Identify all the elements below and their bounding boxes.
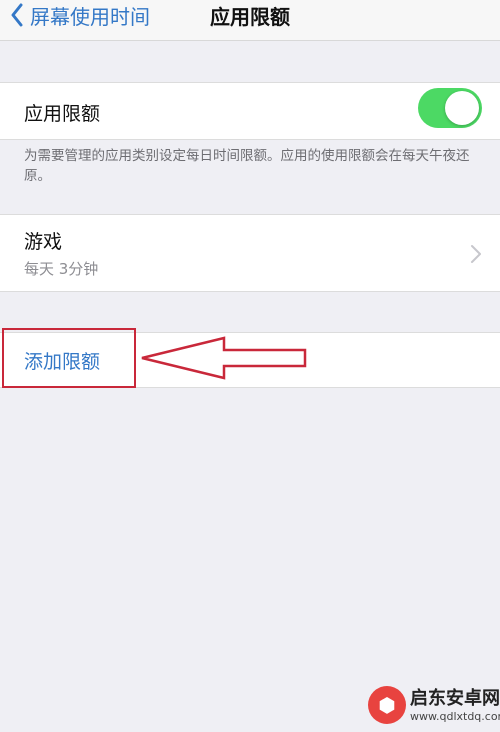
navigation-bar: 屏幕使用时间 应用限额 [0, 0, 500, 41]
watermark-logo-icon: ⬢ [368, 686, 406, 724]
page-title: 应用限额 [210, 4, 290, 29]
watermark: ⬢ 启东安卓网 www.qdlxtdq.com [368, 686, 500, 724]
watermark-name: 启东安卓网 [410, 687, 500, 709]
annotation-arrow [141, 336, 307, 380]
limit-item-subtitle: 每天 3分钟 [24, 260, 99, 278]
app-limits-label: 应用限额 [24, 103, 101, 125]
watermark-url: www.qdlxtdq.com [410, 709, 500, 723]
annotation-highlight-box [2, 328, 136, 388]
app-limits-description: 为需要管理的应用类别设定每日时间限额。应用的使用限额会在每天午夜还原。 [24, 148, 470, 184]
limit-item-games[interactable]: 游戏 [0, 214, 500, 292]
app-limits-toggle[interactable] [418, 88, 482, 128]
chevron-right-icon [470, 244, 482, 268]
limit-item-title: 游戏 [24, 231, 63, 253]
toggle-knob [445, 91, 479, 125]
